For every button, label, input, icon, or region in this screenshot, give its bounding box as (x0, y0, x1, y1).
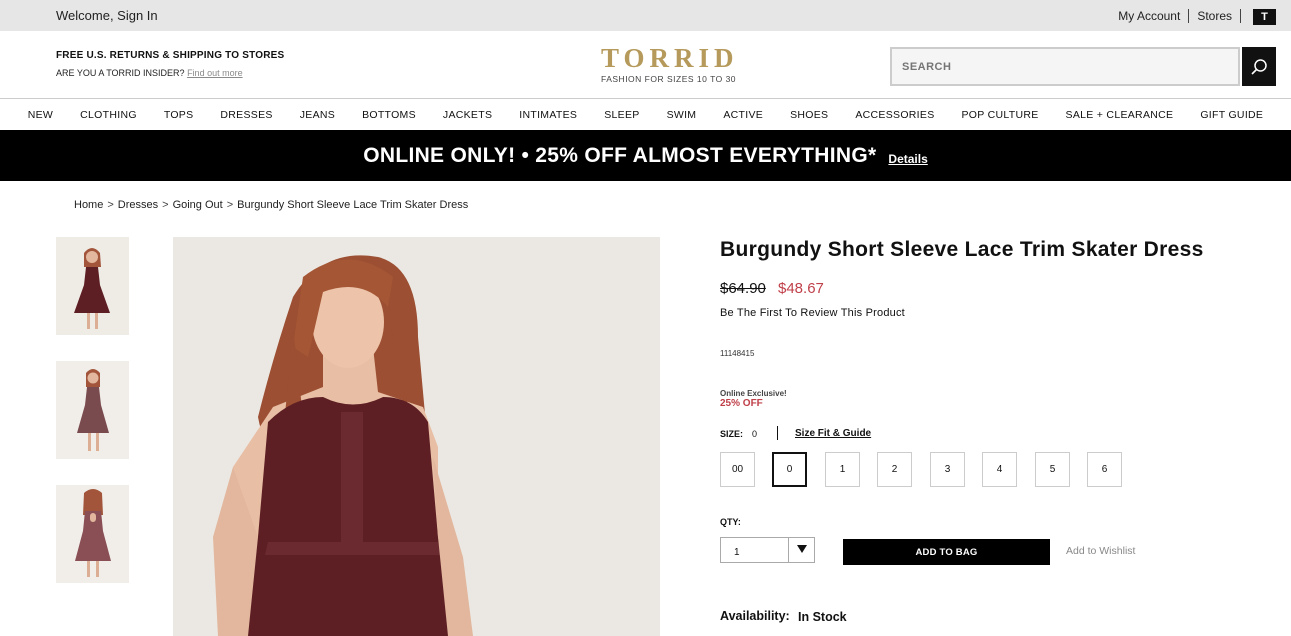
divider (788, 538, 789, 562)
product-photo (173, 237, 660, 636)
product-photo (56, 361, 129, 459)
size-option-00[interactable]: 00 (720, 452, 755, 487)
nav-item-sleep[interactable]: SLEEP (591, 109, 653, 121)
quantity-label: QTY: (720, 517, 741, 527)
breadcrumb: Home > Dresses > Going Out > Burgundy Sh… (74, 199, 468, 211)
product-title: Burgundy Short Sleeve Lace Trim Skater D… (720, 238, 1204, 261)
quantity-select[interactable]: 1 (720, 537, 815, 563)
insider-promo: ARE YOU A TORRID INSIDER? Find out more (56, 68, 243, 78)
size-option-6[interactable]: 6 (1087, 452, 1122, 487)
breadcrumb-home[interactable]: Home (74, 199, 103, 211)
size-option-4[interactable]: 4 (982, 452, 1017, 487)
utility-bar: Welcome, Sign In My Account Stores T (0, 0, 1291, 31)
shipping-promo: FREE U.S. RETURNS & SHIPPING TO STORES (56, 50, 285, 61)
nav-item-tops[interactable]: TOPS (150, 109, 207, 121)
find-out-more-link[interactable]: Find out more (187, 68, 243, 78)
search-input[interactable] (892, 49, 1238, 84)
utility-links: My Account Stores T (1110, 0, 1291, 31)
site-header: FREE U.S. RETURNS & SHIPPING TO STORES A… (0, 31, 1291, 99)
size-guide-link[interactable]: Size Fit & Guide (795, 428, 871, 439)
search-box (890, 47, 1240, 86)
divider (777, 426, 778, 440)
online-exclusive-label: Online Exclusive! (720, 389, 787, 398)
nav-item-swim[interactable]: SWIM (653, 109, 710, 121)
nav-item-jackets[interactable]: JACKETS (429, 109, 505, 121)
size-option-3[interactable]: 3 (930, 452, 965, 487)
nav-item-intimates[interactable]: INTIMATES (506, 109, 591, 121)
nav-item-shoes[interactable]: SHOES (777, 109, 842, 121)
quantity-value: 1 (734, 547, 740, 558)
divider (1240, 8, 1241, 23)
size-option-5[interactable]: 5 (1035, 452, 1070, 487)
nav-item-pop-culture[interactable]: POP CULTURE (948, 109, 1052, 121)
main-nav: NEW CLOTHING TOPS DRESSES JEANS BOTTOMS … (0, 99, 1291, 130)
availability-label: Availability: (720, 609, 790, 623)
nav-item-gift-guide[interactable]: GIFT GUIDE (1187, 109, 1277, 121)
product-photo (56, 485, 129, 583)
logo-tagline: FASHION FOR SIZES 10 TO 30 (601, 74, 737, 84)
shopping-bag-icon[interactable]: T (1253, 8, 1276, 25)
dropdown-arrow-icon (797, 545, 807, 553)
size-option-0[interactable]: 0 (772, 452, 807, 487)
product-thumbnail-front[interactable] (56, 237, 129, 335)
discount-label: 25% OFF (720, 398, 763, 409)
product-thumbnail-back[interactable] (56, 485, 129, 583)
nav-item-accessories[interactable]: ACCESSORIES (842, 109, 948, 121)
nav-item-dresses[interactable]: DRESSES (207, 109, 286, 121)
nav-item-sale-clearance[interactable]: SALE + CLEARANCE (1052, 109, 1187, 121)
size-label: SIZE: (720, 429, 744, 439)
welcome-sign-in-link[interactable]: Welcome, Sign In (56, 8, 158, 23)
add-to-bag-button[interactable]: ADD TO BAG (843, 539, 1050, 565)
product-photo (56, 237, 129, 335)
breadcrumb-separator: > (226, 199, 234, 211)
add-to-wishlist-link[interactable]: Add to Wishlist (1066, 545, 1135, 557)
size-option-1[interactable]: 1 (825, 452, 860, 487)
write-review-link[interactable]: Be The First To Review This Product (720, 307, 905, 319)
product-main-image[interactable] (173, 237, 660, 636)
nav-item-new[interactable]: NEW (14, 109, 66, 121)
promo-details-link[interactable]: Details (888, 152, 927, 166)
product-thumbnail-side[interactable] (56, 361, 129, 459)
nav-item-active[interactable]: ACTIVE (710, 109, 777, 121)
search-button[interactable] (1242, 47, 1276, 86)
breadcrumb-separator: > (107, 199, 114, 211)
nav-item-bottoms[interactable]: BOTTOMS (349, 109, 430, 121)
nav-item-clothing[interactable]: CLOTHING (67, 109, 151, 121)
size-option-2[interactable]: 2 (877, 452, 912, 487)
search-icon (1251, 58, 1267, 75)
product-sku: 11148415 (720, 349, 755, 358)
breadcrumb-separator: > (162, 199, 169, 211)
promo-banner-text: ONLINE ONLY! • 25% OFF ALMOST EVERYTHING… (363, 143, 877, 167)
breadcrumb-current: Burgundy Short Sleeve Lace Trim Skater D… (237, 199, 469, 211)
nav-item-jeans[interactable]: JEANS (286, 109, 348, 121)
original-price: $64.90 (720, 280, 766, 297)
sale-price: $48.67 (778, 280, 824, 297)
stores-link[interactable]: Stores (1189, 9, 1240, 23)
my-account-link[interactable]: My Account (1110, 9, 1188, 23)
breadcrumb-dresses[interactable]: Dresses (118, 199, 158, 211)
availability-value: In Stock (798, 610, 847, 624)
breadcrumb-going-out[interactable]: Going Out (173, 199, 223, 211)
selected-size-value: 0 (752, 429, 758, 439)
torrid-logo[interactable]: TORRID (601, 43, 739, 74)
insider-promo-text: ARE YOU A TORRID INSIDER? (56, 68, 185, 78)
promo-banner: ONLINE ONLY! • 25% OFF ALMOST EVERYTHING… (0, 130, 1291, 181)
